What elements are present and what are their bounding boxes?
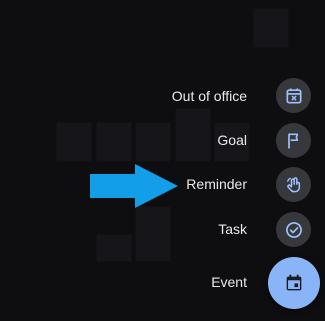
reminder-label[interactable]: Reminder xyxy=(186,176,247,192)
goal-label[interactable]: Goal xyxy=(217,132,247,148)
task-button[interactable] xyxy=(276,212,311,247)
reminder-button[interactable] xyxy=(276,167,311,202)
event-label[interactable]: Event xyxy=(211,274,247,290)
calendar-event-icon xyxy=(286,274,302,291)
right-arrow-icon xyxy=(90,164,178,208)
reminder-hand-icon xyxy=(286,176,300,192)
check-circle-icon xyxy=(285,221,302,238)
calendar-x-icon xyxy=(286,88,301,103)
screen: Out of office Goal Reminder Task Event xyxy=(0,0,325,321)
goal-button[interactable] xyxy=(276,123,311,158)
task-label[interactable]: Task xyxy=(218,221,247,237)
flag-icon xyxy=(287,133,298,148)
out-of-office-button[interactable] xyxy=(276,78,311,113)
out-of-office-label[interactable]: Out of office xyxy=(172,88,247,104)
event-button[interactable] xyxy=(268,257,320,309)
